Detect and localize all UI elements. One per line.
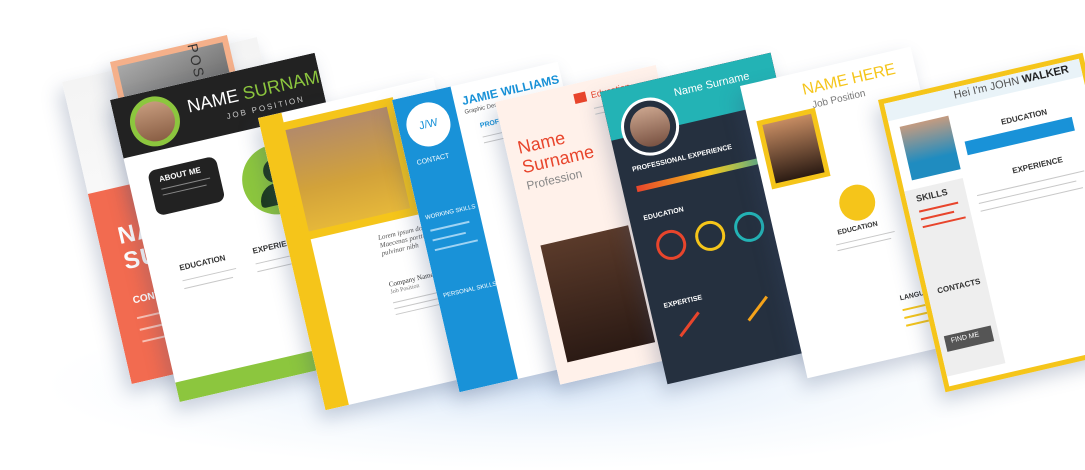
photo-frame: [756, 107, 831, 190]
about-box: ABOUT ME: [147, 155, 226, 217]
education-heading: EDUCATION: [642, 206, 685, 223]
expertise-heading: EXPERTISE: [663, 294, 703, 311]
timeline-circle: [692, 217, 729, 254]
portrait-photo: [762, 113, 825, 184]
timeline-circle: [731, 208, 768, 245]
experience-heading: EXPERIENCE: [1011, 155, 1064, 176]
education-heading: EDUCATION: [836, 220, 879, 237]
trend-arrow-icon: [679, 311, 700, 338]
education-heading: EDUCATION: [178, 253, 227, 273]
education-badge: [835, 181, 879, 225]
portrait-photo: [285, 106, 411, 232]
text-line: [837, 237, 892, 252]
timeline-circle: [653, 226, 690, 263]
trend-arrow-icon: [747, 295, 768, 322]
portrait-photo: [899, 115, 961, 181]
